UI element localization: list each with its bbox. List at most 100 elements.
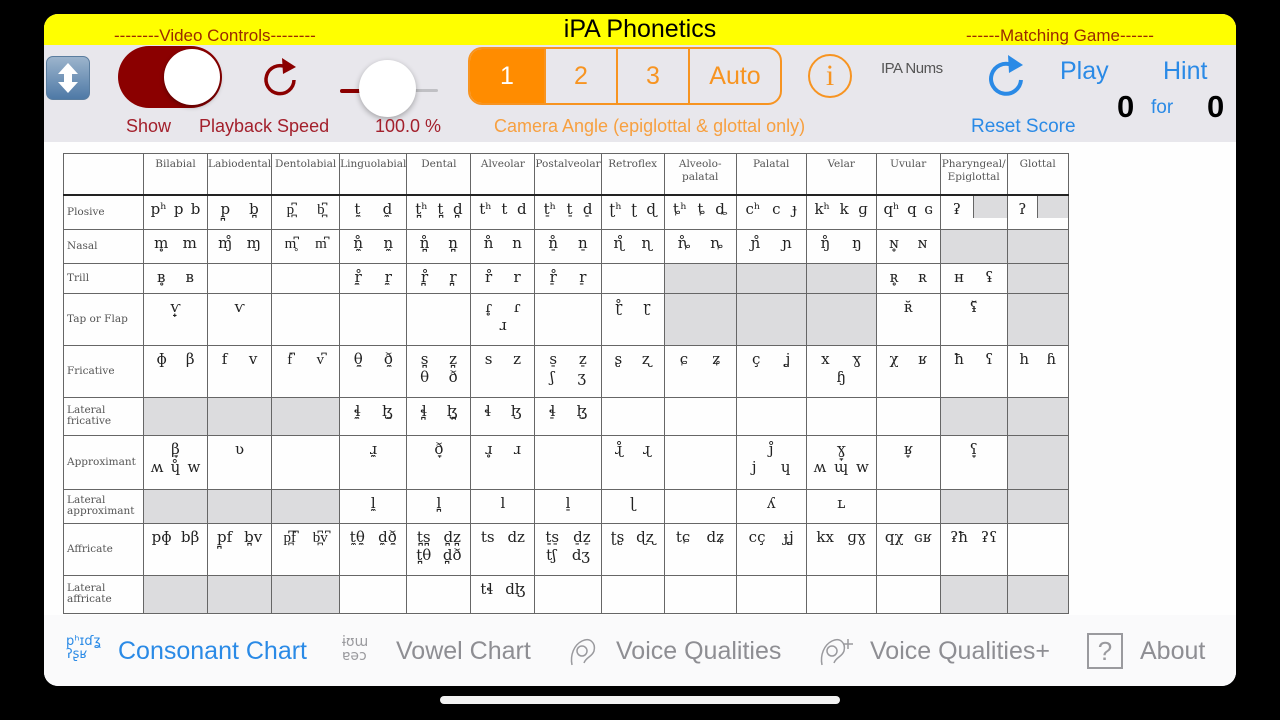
ipa-cell[interactable]: hɦ xyxy=(1006,344,1069,398)
ipa-symbol[interactable]: t̠ xyxy=(566,200,572,218)
ipa-cell[interactable]: ʕ̞ xyxy=(939,434,1008,490)
ipa-symbol[interactable]: ŋ xyxy=(852,234,862,252)
ipa-symbol[interactable]: t̠s̠ xyxy=(545,528,559,546)
ipa-symbol[interactable]: ʡħ xyxy=(950,528,968,546)
ipa-symbol[interactable]: ȶ xyxy=(697,200,704,218)
ipa-symbol[interactable]: l̪ xyxy=(436,494,441,512)
ipa-symbol[interactable]: qχ xyxy=(885,528,904,546)
ipa-symbol[interactable]: ʢ xyxy=(985,268,993,286)
ipa-symbol[interactable]: b̪͆v͆ xyxy=(313,528,328,547)
ipa-symbol[interactable]: ɖ xyxy=(646,200,656,218)
ipa-symbol[interactable]: r̪ xyxy=(450,268,457,286)
ipa-cell[interactable]: ɹ̥ ɹ xyxy=(470,434,536,490)
ipa-symbol[interactable]: ɽ xyxy=(643,298,650,316)
ipa-symbol[interactable]: t̠ʰ xyxy=(544,200,557,218)
ipa-symbol[interactable]: d̪ð xyxy=(443,546,462,564)
ipa-cell[interactable]: t̼θ̼ d̼ð̼ xyxy=(339,522,408,576)
ipa-symbol[interactable]: d̠z̠ xyxy=(573,528,591,546)
ipa-symbol[interactable]: j xyxy=(752,458,757,476)
ipa-symbol[interactable]: ʋ xyxy=(235,440,244,458)
ipa-cell[interactable]: ʈʰ ʈ ɖ xyxy=(600,194,665,230)
ipa-symbol[interactable]: ȶʰ xyxy=(673,200,687,218)
ipa-symbol[interactable]: b̪ xyxy=(249,200,259,218)
ipa-symbol[interactable]: ʕ xyxy=(985,350,993,368)
ipa-cell[interactable]: ʋ xyxy=(206,434,273,490)
ipa-cell[interactable]: n̊ n xyxy=(470,228,536,264)
ipa-cell[interactable]: n̠̊ n̠ xyxy=(534,228,602,264)
ipa-cell[interactable]: ɳ̊ ɳ xyxy=(600,228,665,264)
ipa-symbol[interactable]: β xyxy=(186,350,195,368)
ipa-symbol[interactable]: m xyxy=(183,234,197,252)
ipa-symbol[interactable]: l̠ xyxy=(566,494,571,512)
ipa-symbol[interactable]: β̞ xyxy=(171,440,180,458)
home-indicator[interactable] xyxy=(440,696,840,704)
ipa-cell[interactable]: ʟ xyxy=(805,488,877,524)
ipa-cell[interactable]: p̪ b̪ xyxy=(206,194,273,230)
ipa-symbol[interactable]: r̼ xyxy=(385,268,392,286)
ipa-cell[interactable]: l̼ xyxy=(339,488,408,524)
ipa-symbol[interactable]: tʃ xyxy=(546,546,556,564)
ipa-cell[interactable]: ʙ̥ ʙ xyxy=(143,262,208,294)
ipa-symbol[interactable]: n̊ xyxy=(484,234,494,252)
ipa-cell[interactable]: l̠ xyxy=(534,488,602,524)
ipa-symbol[interactable]: ʀ̥ xyxy=(890,268,899,286)
ipa-cell[interactable]: r̪̊ r̪ xyxy=(406,262,472,294)
ipa-symbol[interactable]: n̪ xyxy=(448,234,458,252)
reset-score-button[interactable]: Reset Score xyxy=(971,116,1076,138)
ipa-symbol[interactable]: ŋ̊ xyxy=(821,234,831,252)
ipa-symbol[interactable]: ɻ̊ xyxy=(615,440,623,458)
ipa-symbol[interactable]: ʝ xyxy=(785,350,791,368)
ipa-cell[interactable]: n̪̊ n̪ xyxy=(406,228,472,264)
ipa-cell[interactable]: ʡ xyxy=(939,194,1008,230)
ipa-cell[interactable]: ʂʐ xyxy=(600,344,665,398)
ipa-symbol[interactable]: r̊ xyxy=(485,268,492,286)
ipa-symbol[interactable]: ɥ xyxy=(781,458,791,476)
ipa-cell[interactable]: ɱ̊ ɱ xyxy=(206,228,273,264)
camera-angle-2[interactable]: 2 xyxy=(544,49,616,103)
ipa-symbol[interactable]: kx xyxy=(816,528,834,546)
ipa-symbol[interactable]: q xyxy=(907,200,917,218)
ipa-symbol[interactable]: ʔ xyxy=(1018,200,1026,218)
ipa-cell[interactable]: ŋ̊ ŋ xyxy=(805,228,877,264)
ipa-symbol[interactable]: n̼ xyxy=(384,234,394,252)
ipa-symbol[interactable]: ʡ xyxy=(953,200,961,218)
ipa-cell[interactable]: ɻ̊ ɻ xyxy=(600,434,665,490)
ipa-cell[interactable]: ɬɮ xyxy=(470,396,536,436)
ipa-symbol[interactable]: cʰ xyxy=(746,200,761,218)
ipa-symbol[interactable]: j̊ xyxy=(769,440,774,458)
ipa-symbol[interactable]: ȵ̊ xyxy=(678,234,690,252)
ipa-symbol[interactable]: r xyxy=(514,268,521,286)
ipa-symbol[interactable]: r̠ xyxy=(579,268,586,286)
ipa-symbol[interactable]: ɲ̊ xyxy=(751,234,761,252)
ipa-cell[interactable]: m̥ m xyxy=(143,228,208,264)
ipa-symbol[interactable]: ⱱ xyxy=(235,298,245,316)
camera-angle-auto[interactable]: Auto xyxy=(688,49,780,103)
ipa-cell[interactable]: ɹ̼ xyxy=(339,434,408,490)
ipa-symbol[interactable]: ʃ xyxy=(550,368,554,386)
ipa-cell[interactable]: t̠ʰ t̠ d̠ xyxy=(534,194,602,230)
ipa-symbol[interactable]: ɹ xyxy=(513,440,521,458)
ipa-cell[interactable]: ɭ xyxy=(600,488,665,524)
ipa-symbol[interactable]: ʐ xyxy=(642,350,651,368)
ipa-symbol[interactable]: s xyxy=(485,350,493,368)
ipa-cell[interactable]: ɬ̠ ɮ̠ xyxy=(534,396,602,436)
ipa-cell[interactable]: m̥͆ m͆ xyxy=(271,228,341,264)
ipa-symbol[interactable]: ʙ xyxy=(186,268,194,286)
ipa-cell[interactable]: ɴ̥ ɴ xyxy=(875,228,941,264)
ipa-symbol[interactable]: ʟ xyxy=(837,494,845,512)
ipa-cell[interactable]: qʰ q ɢ xyxy=(875,194,941,230)
ipa-cell[interactable]: kʰ k ɡ xyxy=(805,194,877,230)
ipa-symbol[interactable]: f xyxy=(222,350,228,368)
ipa-symbol[interactable]: qʰ xyxy=(883,200,899,218)
ipa-symbol[interactable]: ɮ̪ xyxy=(447,402,458,420)
ipa-symbol[interactable]: ʑ xyxy=(712,350,720,368)
ipa-cell[interactable]: ɲ̊ ɲ xyxy=(735,228,807,264)
ipa-symbol[interactable]: ɦ xyxy=(1046,350,1056,368)
ipa-cell[interactable]: r̼̊ r̼ xyxy=(339,262,408,294)
ipa-symbol[interactable]: kʰ xyxy=(814,200,830,218)
ipa-symbol[interactable]: ʡʕ xyxy=(981,528,997,546)
ipa-symbol[interactable]: ɮ xyxy=(511,402,522,420)
ipa-cell[interactable]: qχ ɢʁ xyxy=(875,522,941,576)
ipa-symbol[interactable]: ʈʰ xyxy=(609,200,622,218)
ipa-symbol[interactable]: ɧ xyxy=(836,368,846,386)
